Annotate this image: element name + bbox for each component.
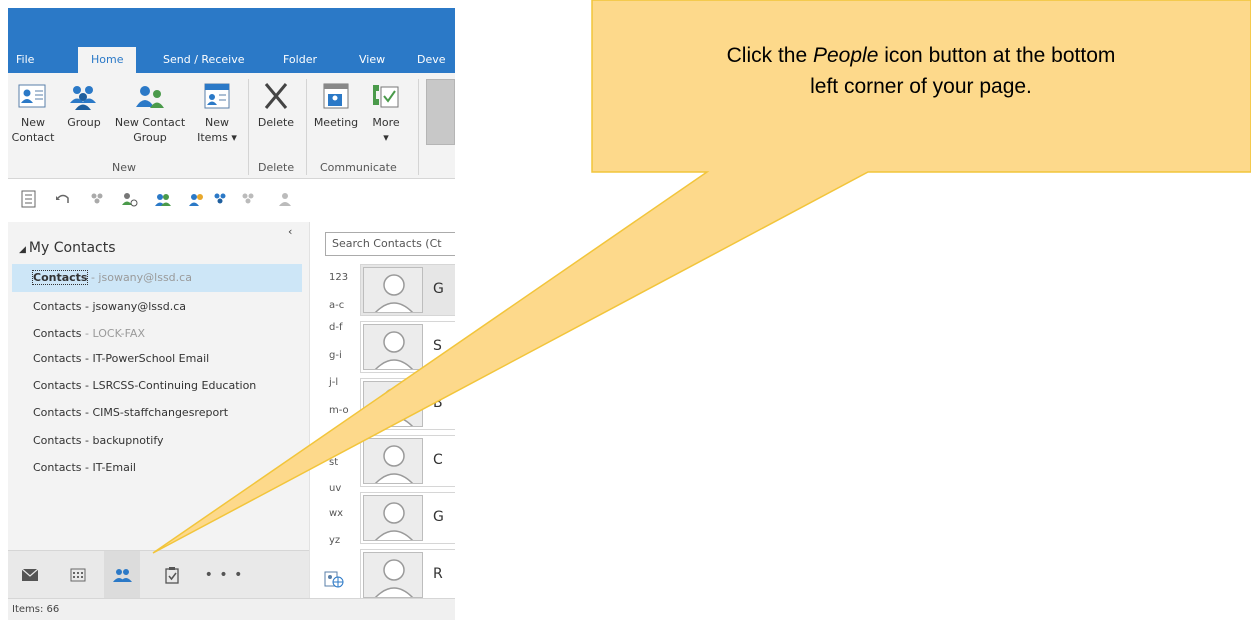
callout-text-post: icon button at the bottom [878,44,1116,67]
callout-line-1: Click the People icon button at the bott… [596,40,1246,71]
callout-text: Click the People icon button at the bott… [596,40,1246,102]
callout-text-emphasis: People [812,44,879,67]
callout-text-pre: Click the [726,44,813,67]
callout-line-2: left corner of your page. [810,75,1032,98]
